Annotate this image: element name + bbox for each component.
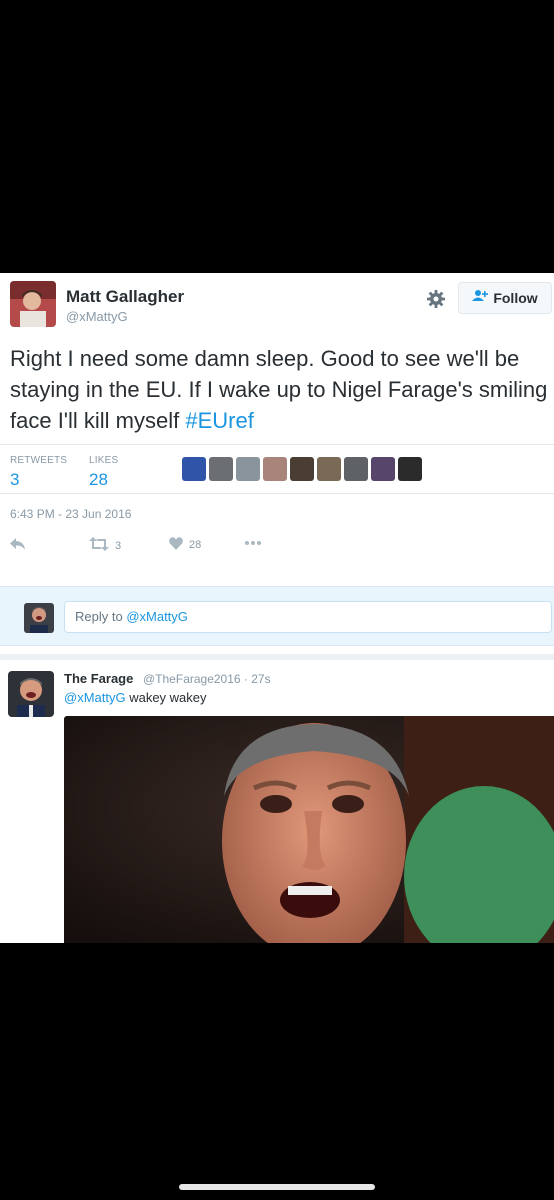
tweet-text-body: Right I need some damn sleep. Good to se…	[10, 346, 548, 433]
liker-avatar[interactable]	[290, 457, 314, 481]
author-display-name[interactable]: Matt Gallagher	[66, 287, 184, 307]
liker-avatar[interactable]	[263, 457, 287, 481]
reply-text-body: wakey wakey	[125, 690, 207, 705]
reply-bar: Reply to @xMattyG	[0, 586, 554, 646]
follow-person-icon	[472, 289, 489, 307]
retweets-label: RETWEETS	[10, 455, 68, 466]
reply-action[interactable]	[10, 537, 26, 554]
author-avatar[interactable]	[10, 281, 56, 327]
author-handle[interactable]: @xMattyG	[66, 309, 128, 324]
reply-photo[interactable]	[64, 716, 554, 943]
reply-author-meta[interactable]: @TheFarage2016 · 27s	[143, 672, 271, 686]
reply-author-name[interactable]: The Farage	[64, 671, 133, 686]
reply-mention: @xMattyG	[126, 609, 188, 624]
retweet-icon	[89, 537, 109, 554]
heart-icon	[169, 537, 183, 553]
liker-avatar[interactable]	[398, 457, 422, 481]
like-action-count: 28	[189, 539, 202, 551]
tweet-text: Right I need some damn sleep. Good to se…	[10, 343, 550, 436]
home-indicator[interactable]	[179, 1184, 375, 1190]
like-action[interactable]: 28	[169, 537, 201, 553]
follow-button[interactable]: Follow	[458, 282, 552, 314]
follow-label: Follow	[493, 290, 538, 306]
current-user-avatar	[24, 603, 54, 633]
liker-avatar[interactable]	[371, 457, 395, 481]
tweet-timestamp[interactable]: 6:43 PM - 23 Jun 2016	[10, 507, 131, 521]
liker-avatar[interactable]	[344, 457, 368, 481]
likes-label: LIKES	[89, 455, 119, 466]
gear-icon[interactable]	[426, 289, 446, 309]
liker-avatar[interactable]	[182, 457, 206, 481]
likes-count[interactable]: 28	[89, 470, 108, 490]
liker-avatars	[182, 457, 422, 481]
retweet-action-count: 3	[115, 539, 122, 552]
more-action[interactable]	[244, 537, 262, 549]
divider	[0, 654, 554, 660]
liker-avatar[interactable]	[209, 457, 233, 481]
retweets-count[interactable]: 3	[10, 470, 19, 490]
hashtag-link[interactable]: #EUref	[185, 408, 253, 433]
reply-tweet: The Farage @TheFarage2016 · 27s @xMattyG…	[0, 661, 554, 943]
reply-prompt: Reply to	[75, 609, 127, 624]
engagement-stats: RETWEETS 3 LIKES 28	[0, 444, 554, 494]
tweet-actions: 3 28	[0, 535, 554, 557]
liker-avatar[interactable]	[236, 457, 260, 481]
reply-icon	[10, 537, 26, 554]
retweet-action[interactable]: 3	[89, 537, 121, 554]
liker-avatar[interactable]	[317, 457, 341, 481]
reply-text-mention[interactable]: @xMattyG	[64, 690, 126, 705]
reply-text: @xMattyG wakey wakey	[64, 690, 207, 705]
tweet-screenshot-card: Matt Gallagher @xMattyG Follow Right I n…	[0, 273, 554, 943]
reply-author-avatar[interactable]	[8, 671, 54, 717]
reply-input[interactable]: Reply to @xMattyG	[64, 601, 552, 633]
more-icon	[244, 537, 262, 549]
